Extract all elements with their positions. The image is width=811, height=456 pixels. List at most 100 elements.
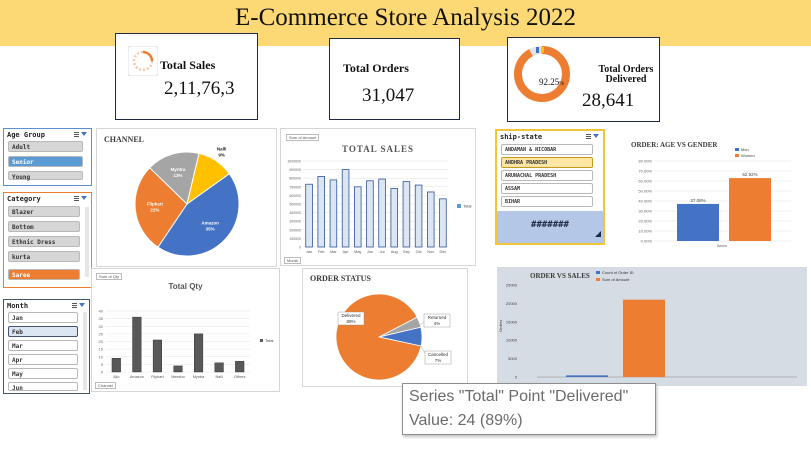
age-group-slicer[interactable]: Age Group Adult Senior Young (3, 128, 92, 186)
total-orders-card[interactable]: Total Orders 31,047 (329, 38, 460, 120)
y-tick-label: 80.00% (638, 159, 652, 164)
x-tick-label: Flipkart (151, 375, 164, 379)
total-sales-chart[interactable]: Sum of Amount TOTAL SALES 0 100000 200000 3… (280, 128, 476, 266)
pie-label-myntra: Myntra (171, 167, 186, 172)
category-slicer[interactable]: Category Blazer Bottom Ethnic Dress kurt… (3, 192, 92, 288)
sales-bar (305, 183, 313, 248)
x-tick-label: Jul (380, 250, 385, 254)
x-tick-label: Jun (367, 250, 373, 254)
slicer-item[interactable]: ASSAM (501, 183, 593, 194)
y-tick-label: 400000 (289, 211, 301, 215)
clear-filter-icon[interactable] (72, 302, 86, 310)
slicer-item-selected[interactable]: Feb (8, 326, 78, 337)
sales-bar (366, 180, 374, 248)
delivered-value: 28,641 (582, 90, 635, 111)
qty-bar (173, 365, 183, 373)
x-tick-label: Nalli (215, 375, 223, 379)
clear-filter-icon[interactable] (74, 131, 88, 139)
y-tick-label: 5000 (508, 356, 518, 361)
slicer-item[interactable]: Blazer (8, 206, 80, 217)
slicer-item[interactable]: Ethnic Dress (8, 236, 80, 247)
x-tick-label: Mar (330, 250, 337, 254)
slicer-item[interactable]: Jun (8, 382, 78, 392)
x-tick-label: Sep (403, 250, 410, 254)
x-tick-label: Apr (343, 250, 350, 254)
channel-filter-button[interactable]: Channel (95, 382, 116, 389)
month-slicer-header: Month (7, 302, 29, 310)
slicer-item[interactable]: Young (8, 171, 83, 181)
bar-sum-amount (623, 299, 665, 377)
slicer-item[interactable]: Jan (8, 312, 78, 323)
total-sales-card[interactable]: Total Sales 2,11,76,3 (115, 33, 258, 120)
sales-bar (354, 186, 362, 248)
pie-label-flipkart: Flipkart (147, 201, 164, 206)
slicer-item[interactable]: Apr (8, 354, 78, 365)
x-tick-label: Dec (440, 250, 447, 254)
legend-swatch (260, 339, 263, 342)
bar-men (677, 203, 719, 241)
delivered-percent: 92.25% (539, 77, 565, 87)
clear-filter-icon[interactable] (586, 133, 600, 141)
category-slicer-header: Category (7, 195, 41, 203)
qty-bar (152, 339, 162, 373)
order-vs-sales-chart[interactable]: ORDER VS SALES 0 5000 10000 15000 20000 25000… (497, 267, 807, 386)
y-tick-label: 0 (515, 375, 518, 380)
delivered-label: Total Orders Delivered (598, 64, 654, 85)
pie-value-flipkart: 22% (150, 207, 159, 212)
ship-state-slicer[interactable]: ship-state ANDAMAN & NICOBAR ANDHRA PRAD… (495, 129, 605, 245)
qty-bar (235, 361, 245, 373)
pie-label-cancelled: Cancelled (428, 352, 449, 357)
x-tick-label: Senior (717, 244, 728, 248)
order-status-chart[interactable]: ORDER STATUS Delivered 89% Returned 4% Cance… (302, 268, 468, 387)
y-tick-label: 20000 (506, 301, 518, 306)
y-tick-label: 10.00% (638, 229, 652, 234)
pie-label-nalli: Nalli (217, 147, 227, 152)
qty-bar (214, 362, 224, 373)
legend-swatch-sum-amount (596, 278, 600, 281)
x-tick-label: Amazon (130, 375, 144, 379)
legend-swatch-women (735, 154, 739, 157)
sales-bar (414, 184, 423, 248)
y-tick-label: 25 (99, 331, 104, 336)
slicer-item[interactable]: Mar (8, 340, 78, 351)
total-qty-chart[interactable]: Sum of Qty Total Qty 0 5 10 15 20 25 30 35 40 Aji… (91, 268, 280, 392)
x-tick-label: May (354, 250, 361, 254)
delivered-donut (514, 46, 570, 102)
slicer-item[interactable]: BIHAR (501, 196, 593, 207)
slicer-scrollbar[interactable] (83, 312, 87, 390)
slicer-item[interactable]: May (8, 368, 78, 379)
total-sales-label: Total Sales (160, 58, 216, 72)
bar-women (729, 178, 771, 241)
x-tick-label: Meesho (171, 375, 185, 379)
ship-state-slicer-header: ship-state (500, 133, 543, 141)
y-tick-label: 10000 (506, 338, 518, 343)
y-tick-label: 30 (99, 324, 104, 329)
slicer-item-selected[interactable]: ANDHRA PRADESH (501, 157, 593, 168)
slicer-item[interactable]: Bottom (8, 221, 80, 232)
y-tick-label: 20.00% (638, 219, 652, 224)
y-tick-label: 60.00% (638, 179, 652, 184)
clear-filter-icon[interactable] (74, 195, 88, 203)
total-orders-value: 31,047 (362, 85, 415, 106)
orders-delivered-card[interactable]: 92.25% Total Orders Delivered 28,641 (507, 37, 660, 122)
y-tick-label: 800000 (289, 177, 301, 181)
legend-label-men: Men (741, 147, 749, 152)
slicer-item[interactable]: ARUNACHAL PRADESH (501, 170, 593, 181)
x-tick-label: Nov (427, 250, 434, 254)
y-tick-label: 70.00% (638, 169, 652, 174)
sales-bar (378, 178, 386, 248)
bar-order-count (566, 375, 608, 377)
legend-label-women: Women (741, 153, 755, 158)
month-filter-button[interactable]: Month (284, 257, 302, 264)
month-slicer[interactable]: Month Jan Feb Mar Apr May Jun (3, 299, 90, 394)
age-gender-chart[interactable]: ORDER: AGE VS GENDER 0.00% 10.00% 20.00% 30… (621, 134, 801, 252)
slicer-item-selected[interactable]: Senior (8, 156, 83, 167)
slicer-item[interactable]: ANDAMAN & NICOBAR (501, 144, 593, 155)
y-tick-label: 40 (99, 309, 104, 314)
x-tick-label: Myntra (193, 375, 205, 379)
slicer-scrollbar[interactable] (85, 207, 89, 277)
slicer-item[interactable]: Adult (8, 141, 83, 152)
channel-chart[interactable]: CHANNEL Amazon 35% Flipkart 22% Myntra 13% Nal… (96, 128, 277, 267)
slicer-item-selected[interactable]: Saree (8, 269, 80, 280)
slicer-item[interactable]: kurta (8, 251, 80, 262)
